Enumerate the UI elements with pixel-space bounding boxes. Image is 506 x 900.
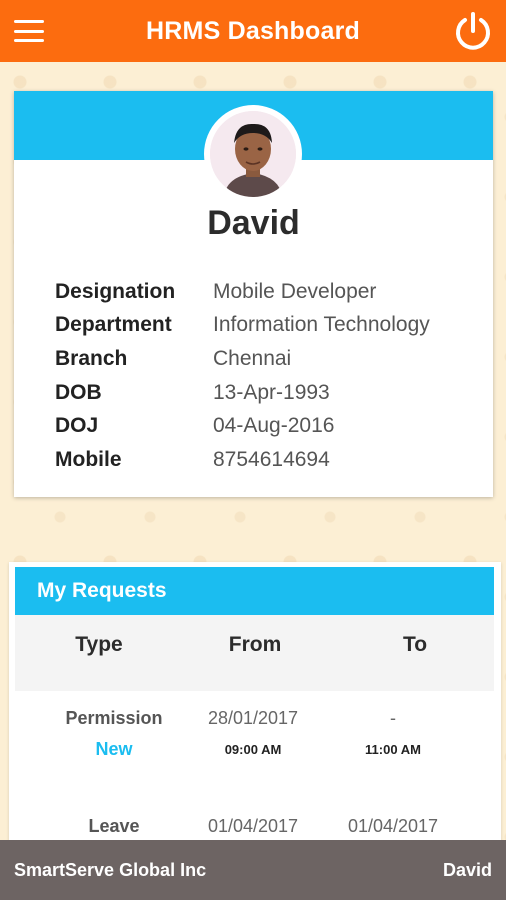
footer-user-name: David [442, 859, 492, 880]
avatar [204, 105, 302, 203]
detail-value: Chennai [213, 346, 292, 370]
detail-row-department: Department Information Technology [55, 309, 430, 343]
request-from-date: 28/01/2017 [207, 708, 299, 728]
request-to-date: - [390, 708, 396, 728]
requests-column-headers: Type From To [15, 615, 494, 691]
app-footer: SmartServe Global Inc David [0, 840, 506, 900]
detail-value: 13-Apr-1993 [213, 380, 330, 404]
detail-row-mobile: Mobile 8754614694 [55, 443, 430, 477]
detail-value: 04-Aug-2016 [213, 414, 335, 438]
my-requests-card: My Requests Type From To Permission New … [9, 562, 501, 852]
my-requests-header[interactable]: My Requests [15, 567, 494, 615]
detail-value: Information Technology [213, 313, 430, 337]
profile-photo [210, 111, 296, 197]
detail-row-doj: DOJ 04-Aug-2016 [55, 409, 430, 443]
request-to-date: 01/04/2017 [347, 816, 439, 836]
column-header-type: Type [75, 633, 123, 656]
request-type: Permission [65, 708, 163, 728]
detail-value: 8754614694 [213, 447, 330, 471]
request-type: Leave [88, 816, 140, 836]
detail-row-designation: Designation Mobile Developer [55, 275, 430, 309]
hamburger-menu-icon[interactable] [14, 20, 44, 42]
detail-row-dob: DOB 13-Apr-1993 [55, 376, 430, 410]
employee-name: David [207, 204, 300, 242]
detail-value: Mobile Developer [213, 279, 377, 303]
request-status[interactable]: New [54, 739, 174, 760]
profile-card: David Designation Mobile Developer Depar… [14, 91, 493, 497]
detail-label: Designation [55, 279, 176, 303]
power-icon[interactable] [452, 10, 494, 52]
company-name: SmartServe Global Inc [14, 859, 207, 880]
request-from-date: 01/04/2017 [207, 816, 299, 836]
detail-label: DOB [55, 380, 102, 404]
app-header: HRMS Dashboard [0, 0, 506, 62]
request-from-time: 09:00 AM [224, 742, 282, 757]
detail-label: DOJ [55, 414, 99, 438]
request-to-time: 11:00 AM [365, 742, 421, 757]
page-title: HRMS Dashboard [146, 16, 360, 45]
column-header-from: From [228, 633, 282, 656]
detail-label: Mobile [55, 447, 122, 471]
detail-label: Branch [55, 346, 128, 370]
column-header-to: To [402, 633, 428, 656]
detail-label: Department [55, 313, 172, 337]
profile-details: Designation Mobile Developer Department … [55, 275, 430, 477]
detail-row-branch: Branch Chennai [55, 342, 430, 376]
